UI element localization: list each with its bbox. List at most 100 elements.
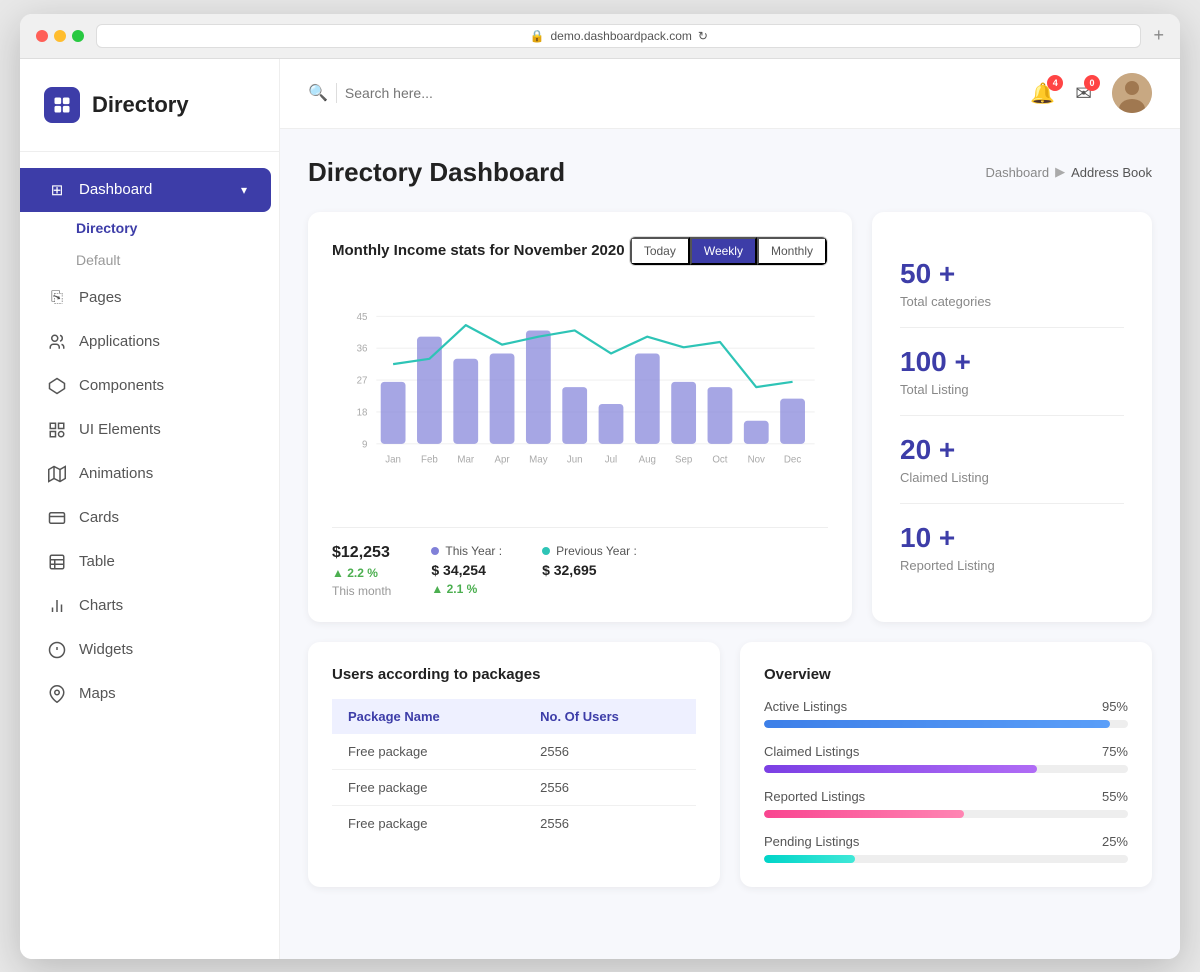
table-row: Free package 2556	[332, 769, 696, 805]
progress-claimed	[764, 765, 1128, 773]
overview-title: Overview	[764, 666, 1128, 683]
main-area: 🔍 🔔 4 ✉ 0	[280, 59, 1180, 959]
progress-fill-pending	[764, 855, 855, 863]
sidebar-item-label-applications: Applications	[79, 333, 255, 350]
browser-chrome: 🔒 demo.dashboardpack.com ↻ +	[20, 14, 1180, 59]
sidebar-item-animations[interactable]: Animations	[20, 452, 279, 496]
lock-icon: 🔒	[530, 29, 545, 43]
svg-text:Oct: Oct	[712, 454, 727, 465]
sidebar-item-maps[interactable]: Maps	[20, 672, 279, 716]
progress-pending	[764, 855, 1128, 863]
overview-reported-label: Reported Listings	[764, 789, 865, 804]
stat-number-0: 50 +	[900, 258, 1124, 290]
search-divider	[336, 83, 337, 103]
stat-total-listing: 100 + Total Listing	[900, 328, 1124, 416]
stat-number-2: 20 +	[900, 434, 1124, 466]
close-dot[interactable]	[36, 30, 48, 42]
sidebar-item-label-components: Components	[79, 377, 255, 394]
table-row: Free package 2556	[332, 805, 696, 841]
sidebar-item-pages[interactable]: ⎘ Pages	[20, 276, 279, 320]
sidebar-item-label-animations: Animations	[79, 465, 255, 482]
notification-bell-wrap[interactable]: 🔔 4	[1030, 81, 1055, 106]
maps-icon	[47, 684, 67, 704]
svg-text:Jun: Jun	[567, 454, 583, 465]
dashboard-icon: ⊞	[47, 180, 67, 200]
sidebar-item-dashboard[interactable]: ⊞ Dashboard ▾	[20, 168, 271, 212]
svg-text:27: 27	[357, 375, 368, 386]
this-month-label: This month	[332, 584, 391, 598]
chevron-down-icon: ▾	[241, 183, 247, 197]
overview-claimed-header: Claimed Listings 75%	[764, 744, 1128, 759]
svg-text:Jan: Jan	[385, 454, 401, 465]
avatar-svg	[1112, 73, 1152, 113]
tab-monthly[interactable]: Monthly	[757, 237, 827, 265]
sidebar-item-ui-elements[interactable]: UI Elements	[20, 408, 279, 452]
overview-reported-pct: 55%	[1102, 789, 1128, 804]
col-package-name: Package Name	[332, 699, 524, 734]
overview-pending-label: Pending Listings	[764, 834, 859, 849]
widgets-icon	[47, 640, 67, 660]
breadcrumb-separator: ▶	[1055, 164, 1065, 180]
stat-number-1: 100 +	[900, 346, 1124, 378]
this-year-label: This Year :	[431, 544, 502, 558]
svg-text:Jul: Jul	[605, 454, 617, 465]
pkg-users-0: 2556	[524, 734, 696, 770]
overview-active-pct: 95%	[1102, 699, 1128, 714]
overview-pending-header: Pending Listings 25%	[764, 834, 1128, 849]
overview-reported-header: Reported Listings 55%	[764, 789, 1128, 804]
url-bar[interactable]: 🔒 demo.dashboardpack.com ↻	[96, 24, 1141, 48]
sidebar-item-charts[interactable]: Charts	[20, 584, 279, 628]
svg-text:9: 9	[362, 439, 367, 450]
chart-legend: $12,253 ▲ 2.2 % This month This Year : $…	[332, 527, 828, 598]
chart-svg: 45 36 27 18 9	[332, 286, 828, 506]
chart-title: Monthly Income stats for November 2020	[332, 242, 625, 259]
tab-today[interactable]: Today	[630, 237, 690, 265]
svg-text:Nov: Nov	[748, 454, 765, 465]
logo-svg	[52, 95, 72, 115]
animations-icon	[47, 464, 67, 484]
tab-weekly[interactable]: Weekly	[690, 237, 757, 265]
sidebar-item-applications[interactable]: Applications	[20, 320, 279, 364]
sidebar-logo: Directory	[20, 59, 279, 152]
pkg-users-1: 2556	[524, 769, 696, 805]
packages-title: Users according to packages	[332, 666, 696, 683]
sidebar-sub-item-default[interactable]: Default	[76, 244, 279, 276]
charts-icon	[47, 596, 67, 616]
sidebar-item-components[interactable]: Components	[20, 364, 279, 408]
sidebar-sub-nav: Directory Default	[20, 212, 279, 276]
search-input[interactable]	[345, 85, 645, 101]
sidebar-item-label-pages: Pages	[79, 289, 255, 306]
page-header: Directory Dashboard Dashboard ▶ Address …	[308, 157, 1152, 188]
message-badge: 0	[1084, 75, 1100, 91]
chart-tabs: Today Weekly Monthly	[629, 236, 828, 266]
stats-card: 50 + Total categories 100 + Total Listin…	[872, 212, 1152, 622]
this-month-change: ▲ 2.2 %	[332, 566, 391, 580]
new-tab-button[interactable]: +	[1153, 25, 1164, 46]
breadcrumb-home: Dashboard	[985, 165, 1049, 180]
url-text: demo.dashboardpack.com	[550, 29, 691, 43]
sidebar-item-label-ui: UI Elements	[79, 421, 255, 438]
sidebar-item-label-cards: Cards	[79, 509, 255, 526]
refresh-icon[interactable]: ↻	[698, 29, 708, 43]
header: 🔍 🔔 4 ✉ 0	[280, 59, 1180, 129]
pkg-name-1: Free package	[332, 769, 524, 805]
overview-claimed-listings: Claimed Listings 75%	[764, 744, 1128, 773]
pages-icon: ⎘	[47, 288, 67, 308]
minimize-dot[interactable]	[54, 30, 66, 42]
browser-window: 🔒 demo.dashboardpack.com ↻ + Directory ⊞…	[20, 14, 1180, 959]
sidebar-sub-item-directory[interactable]: Directory	[76, 212, 279, 244]
progress-reported	[764, 810, 1128, 818]
message-wrap[interactable]: ✉ 0	[1075, 81, 1092, 106]
logo-icon	[44, 87, 80, 123]
svg-text:Aug: Aug	[639, 454, 656, 465]
sidebar-item-label-widgets: Widgets	[79, 641, 255, 658]
sidebar-item-widgets[interactable]: Widgets	[20, 628, 279, 672]
user-avatar[interactable]	[1112, 73, 1152, 113]
sidebar-nav: ⊞ Dashboard ▾ Directory Default ⎘ Pages	[20, 152, 279, 959]
overview-active-listings: Active Listings 95%	[764, 699, 1128, 728]
overview-claimed-pct: 75%	[1102, 744, 1128, 759]
overview-claimed-label: Claimed Listings	[764, 744, 859, 759]
sidebar-item-table[interactable]: Table	[20, 540, 279, 584]
sidebar-item-cards[interactable]: Cards	[20, 496, 279, 540]
maximize-dot[interactable]	[72, 30, 84, 42]
